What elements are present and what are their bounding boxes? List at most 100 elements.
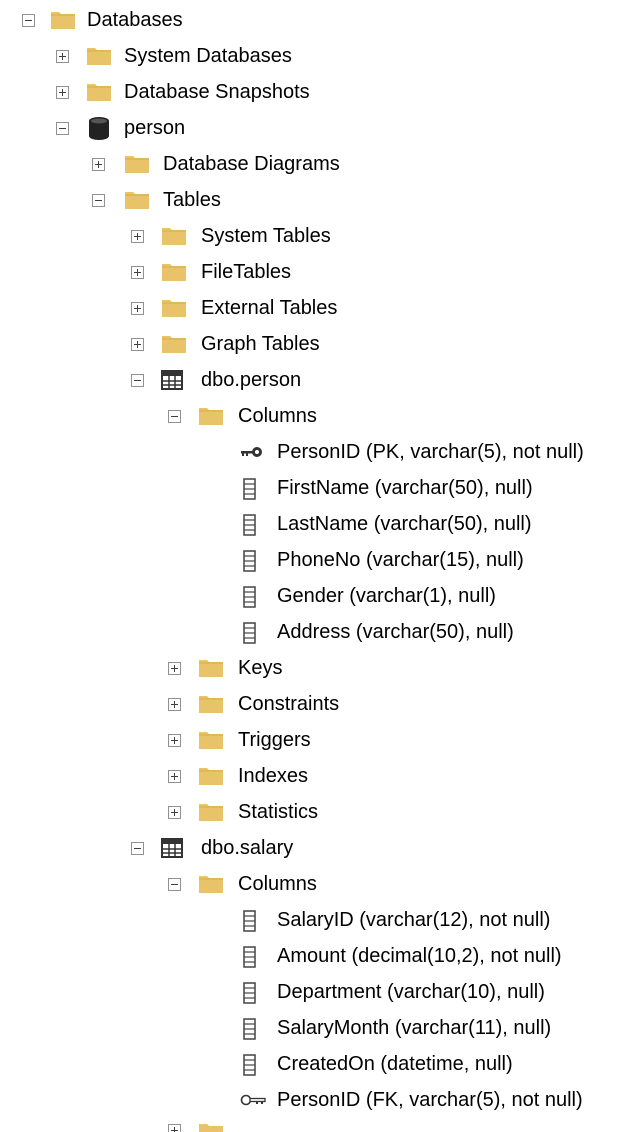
tree-node-system-databases[interactable]: System Databases [0, 38, 636, 74]
tree-node-column[interactable]: Address (varchar(50), null) [0, 614, 636, 650]
tree-node-constraints[interactable]: Constraints [0, 686, 636, 722]
folder-icon [199, 732, 223, 749]
tree-node-column[interactable]: Amount (decimal(10,2), not null) [0, 938, 636, 974]
collapse-toggle-icon[interactable] [168, 410, 181, 423]
tree-node-filetables[interactable]: FileTables [0, 254, 636, 290]
folder-icon [199, 696, 223, 713]
column-icon [243, 622, 256, 644]
tree-node-triggers[interactable]: Triggers [0, 722, 636, 758]
node-label: System Tables [201, 225, 331, 247]
node-label: Triggers [238, 729, 311, 751]
collapse-toggle-icon[interactable] [22, 14, 35, 27]
node-label: Indexes [238, 765, 309, 787]
column-icon [243, 1054, 256, 1076]
tree-node-keys[interactable]: Keys [0, 650, 636, 686]
column-label: Amount (decimal(10,2), not null) [277, 945, 562, 967]
node-label: Statistics [238, 801, 319, 823]
expand-toggle-icon[interactable] [168, 662, 181, 675]
node-label: Keys [238, 657, 283, 679]
column-icon [243, 910, 256, 932]
node-label: Tables [163, 189, 221, 211]
collapse-toggle-icon[interactable] [168, 878, 181, 891]
tree-node-column[interactable]: PersonID (FK, varchar(5), not null) [0, 1082, 636, 1118]
expand-toggle-icon[interactable] [131, 230, 144, 243]
tree-node-table-dbo-salary[interactable]: dbo.salary [0, 830, 636, 866]
tree-node-system-tables[interactable]: System Tables [0, 218, 636, 254]
folder-icon [125, 156, 149, 173]
column-icon [243, 1018, 256, 1040]
tree-node-column[interactable]: PersonID (PK, varchar(5), not null) [0, 434, 636, 470]
expand-toggle-icon[interactable] [168, 698, 181, 711]
expand-toggle-icon[interactable] [56, 86, 69, 99]
node-label: Columns [238, 873, 317, 895]
column-icon [243, 550, 256, 572]
collapse-toggle-icon[interactable] [131, 842, 144, 855]
node-label: Constraints [238, 693, 340, 715]
column-label: Address (varchar(50), null) [277, 621, 514, 643]
tree-node-partial [0, 1120, 636, 1132]
folder-icon [199, 408, 223, 425]
tree-node-statistics[interactable]: Statistics [0, 794, 636, 830]
primary-key-icon [241, 447, 262, 457]
collapse-toggle-icon[interactable] [56, 122, 69, 135]
tree-node-database-snapshots[interactable]: Database Snapshots [0, 74, 636, 110]
tree-node-table-dbo-person[interactable]: dbo.person [0, 362, 636, 398]
column-label: SalaryID (varchar(12), not null) [277, 909, 551, 931]
tree-node-graph-tables[interactable]: Graph Tables [0, 326, 636, 362]
column-icon [243, 478, 256, 500]
column-label: LastName (varchar(50), null) [277, 513, 532, 535]
tree-node-indexes[interactable]: Indexes [0, 758, 636, 794]
expand-toggle-icon[interactable] [131, 302, 144, 315]
tree-node-column[interactable]: SalaryMonth (varchar(11), null) [0, 1010, 636, 1046]
node-label: Database Snapshots [124, 81, 310, 103]
column-label: CreatedOn (datetime, null) [277, 1053, 513, 1075]
tree-node-column[interactable]: PhoneNo (varchar(15), null) [0, 542, 636, 578]
folder-icon [162, 300, 186, 317]
tree-node-column[interactable]: CreatedOn (datetime, null) [0, 1046, 636, 1082]
column-label: PersonID (PK, varchar(5), not null) [277, 441, 584, 463]
column-icon [243, 514, 256, 536]
node-label: Database Diagrams [163, 153, 340, 175]
expand-toggle-icon[interactable] [168, 734, 181, 747]
expand-toggle-icon[interactable] [56, 50, 69, 63]
foreign-key-icon [240, 1094, 266, 1106]
folder-icon [199, 804, 223, 821]
tree-node-column[interactable]: SalaryID (varchar(12), not null) [0, 902, 636, 938]
folder-icon [162, 336, 186, 353]
tree-node-external-tables[interactable]: External Tables [0, 290, 636, 326]
expand-toggle-icon[interactable] [168, 1124, 181, 1132]
tree-node-columns[interactable]: Columns [0, 866, 636, 902]
folder-icon [87, 48, 111, 65]
tree-node-column[interactable]: Department (varchar(10), null) [0, 974, 636, 1010]
tree-node-column[interactable]: FirstName (varchar(50), null) [0, 470, 636, 506]
column-label: Department (varchar(10), null) [277, 981, 545, 1003]
node-label: dbo.person [201, 369, 302, 391]
expand-toggle-icon[interactable] [92, 158, 105, 171]
node-label: Databases [87, 9, 183, 31]
column-icon [243, 982, 256, 1004]
collapse-toggle-icon[interactable] [92, 194, 105, 207]
tree-node-tables[interactable]: Tables [0, 182, 636, 218]
node-label: System Databases [124, 45, 292, 67]
folder-icon [199, 1124, 223, 1132]
tree-node-columns[interactable]: Columns [0, 398, 636, 434]
expand-toggle-icon[interactable] [131, 266, 144, 279]
folder-icon [199, 876, 223, 893]
tree-node-column[interactable]: LastName (varchar(50), null) [0, 506, 636, 542]
expand-toggle-icon[interactable] [131, 338, 144, 351]
tree-node-person-database[interactable]: person [0, 110, 636, 146]
table-icon [161, 838, 183, 858]
collapse-toggle-icon[interactable] [131, 374, 144, 387]
database-icon [89, 117, 109, 140]
tree-node-column[interactable]: Gender (varchar(1), null) [0, 578, 636, 614]
expand-toggle-icon[interactable] [168, 806, 181, 819]
table-icon [161, 370, 183, 390]
tree-node-database-diagrams[interactable]: Database Diagrams [0, 146, 636, 182]
expand-toggle-icon[interactable] [168, 770, 181, 783]
column-label: SalaryMonth (varchar(11), null) [277, 1017, 552, 1039]
node-label: person [124, 117, 186, 139]
folder-icon [87, 84, 111, 101]
folder-icon [199, 768, 223, 785]
tree-node-databases[interactable]: Databases [0, 2, 636, 38]
column-icon [243, 946, 256, 968]
